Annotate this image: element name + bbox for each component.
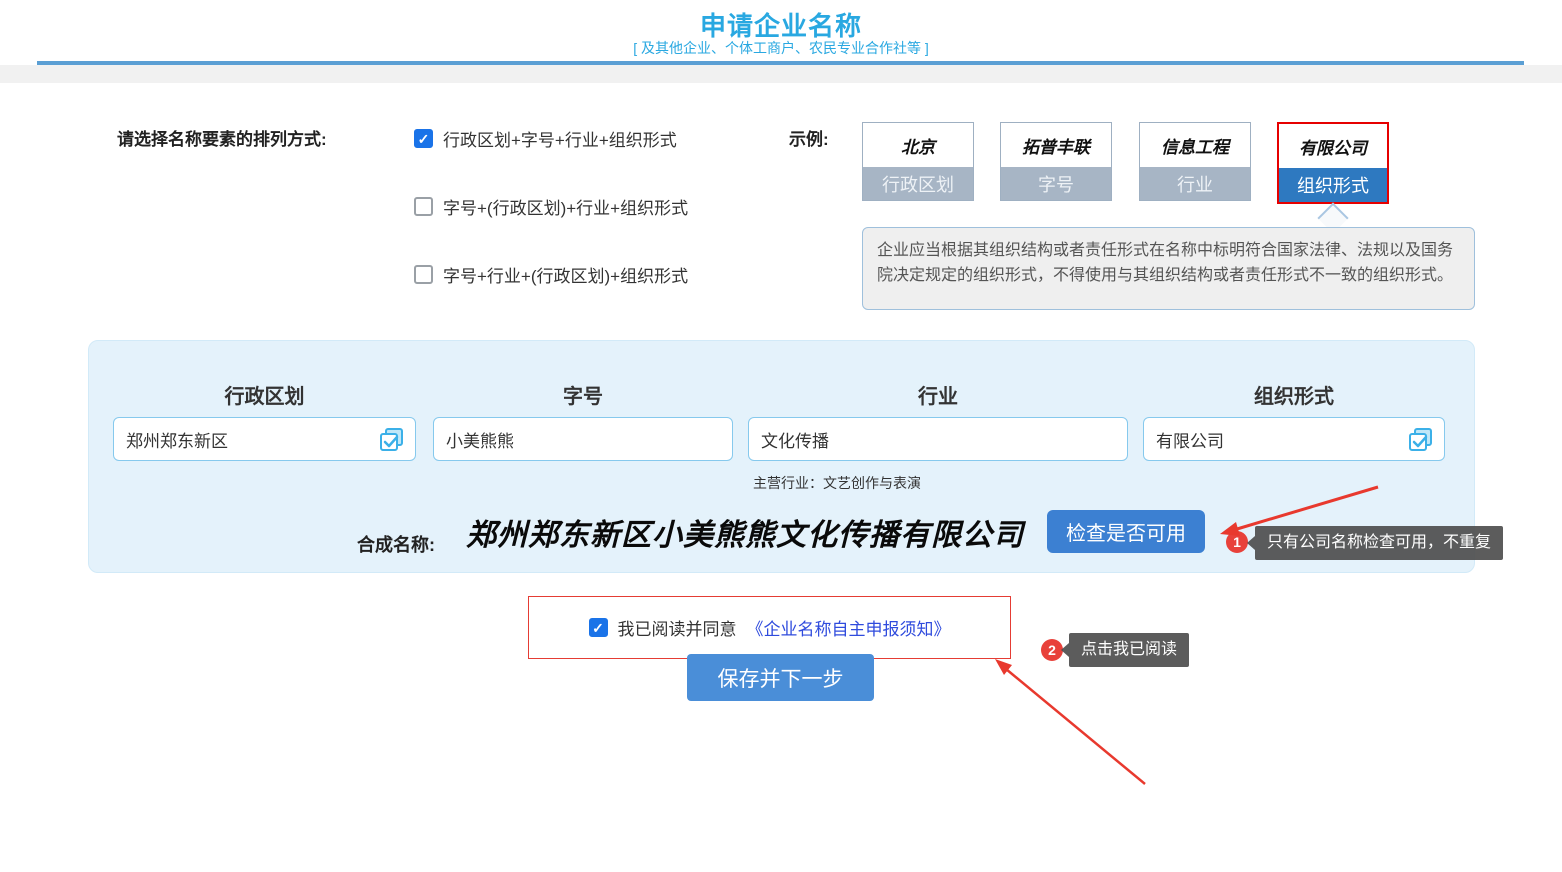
example-value: 有限公司 (1279, 124, 1387, 168)
example-box-orgform[interactable]: 有限公司 组织形式 (1277, 122, 1389, 204)
save-next-button[interactable]: 保存并下一步 (687, 654, 874, 701)
example-value: 信息工程 (1140, 123, 1250, 167)
composed-name-label: 合成名称: (357, 531, 435, 557)
example-category: 组织形式 (1279, 168, 1387, 202)
arrangement-label: 请选择名称要素的排列方式: (117, 125, 327, 150)
agreement-highlight-box: 我已阅读并同意 《企业名称自主申报须知》 (528, 596, 1011, 659)
annotation-tooltip-2: 点击我已阅读 (1069, 633, 1189, 667)
example-label: 示例: (789, 125, 829, 150)
example-box-tradename[interactable]: 拓普丰联 字号 (1000, 122, 1112, 201)
region-input[interactable] (126, 429, 378, 449)
orgform-input[interactable] (1156, 429, 1407, 449)
checkbox-option-3[interactable] (414, 265, 433, 284)
annotation-step-badge-1: 1 (1226, 531, 1248, 553)
column-header-tradename: 字号 (433, 380, 733, 409)
example-box-region[interactable]: 北京 行政区划 (862, 122, 974, 201)
region-picker-icon[interactable] (378, 426, 405, 453)
composed-name-value: 郑州郑东新区小美熊熊文化传播有限公司 (455, 510, 1035, 554)
agreement-text: 我已阅读并同意 (618, 615, 737, 640)
orgform-picker-icon[interactable] (1407, 426, 1434, 453)
column-header-orgform: 组织形式 (1143, 380, 1445, 409)
industry-input[interactable] (761, 429, 1117, 449)
agreement-checkbox[interactable] (589, 618, 608, 637)
region-field-wrap (113, 417, 416, 461)
column-header-region: 行政区划 (113, 380, 416, 409)
example-category: 字号 (1001, 167, 1111, 200)
option-label: 字号+行业+(行政区划)+组织形式 (443, 262, 688, 287)
column-header-industry: 行业 (748, 380, 1128, 409)
page-background-band (0, 65, 1562, 83)
example-box-industry[interactable]: 信息工程 行业 (1139, 122, 1251, 201)
check-availability-button[interactable]: 检查是否可用 (1047, 510, 1205, 553)
arrow-2-head (995, 659, 1012, 675)
example-category: 行业 (1140, 167, 1250, 200)
arrangement-option-2[interactable]: 字号+(行政区划)+行业+组织形式 (414, 194, 688, 219)
checkbox-option-1[interactable] (414, 129, 433, 148)
arrangement-option-3[interactable]: 字号+行业+(行政区划)+组织形式 (414, 262, 688, 287)
option-label: 字号+(行政区划)+行业+组织形式 (443, 194, 688, 219)
arrow-2-shaft (1006, 669, 1145, 784)
option-label: 行政区划+字号+行业+组织形式 (443, 126, 677, 151)
arrangement-option-1[interactable]: 行政区划+字号+行业+组织形式 (414, 126, 677, 151)
example-value: 拓普丰联 (1001, 123, 1111, 167)
page-subtitle: [ 及其他企业、个体工商户、农民专业合作社等 ] (0, 38, 1562, 58)
orgform-field-wrap (1143, 417, 1445, 461)
example-value: 北京 (863, 123, 973, 167)
tradename-field-wrap (433, 417, 733, 461)
example-category: 行政区划 (863, 167, 973, 200)
orgform-note: 企业应当根据其组织结构或者责任形式在名称中标明符合国家法律、法规以及国务院决定规… (862, 227, 1475, 310)
tradename-input[interactable] (446, 429, 722, 449)
application-page: 申请企业名称 [ 及其他企业、个体工商户、农民专业合作社等 ] 请选择名称要素的… (0, 0, 1562, 872)
annotation-tooltip-1: 只有公司名称检查可用，不重复 (1255, 526, 1503, 560)
checkbox-option-2[interactable] (414, 197, 433, 216)
main-industry-hint: 主营行业：文艺创作与表演 (753, 473, 921, 493)
industry-field-wrap (748, 417, 1128, 461)
declaration-notice-link[interactable]: 《企业名称自主申报须知》 (747, 615, 951, 640)
annotation-step-badge-2: 2 (1041, 639, 1063, 661)
